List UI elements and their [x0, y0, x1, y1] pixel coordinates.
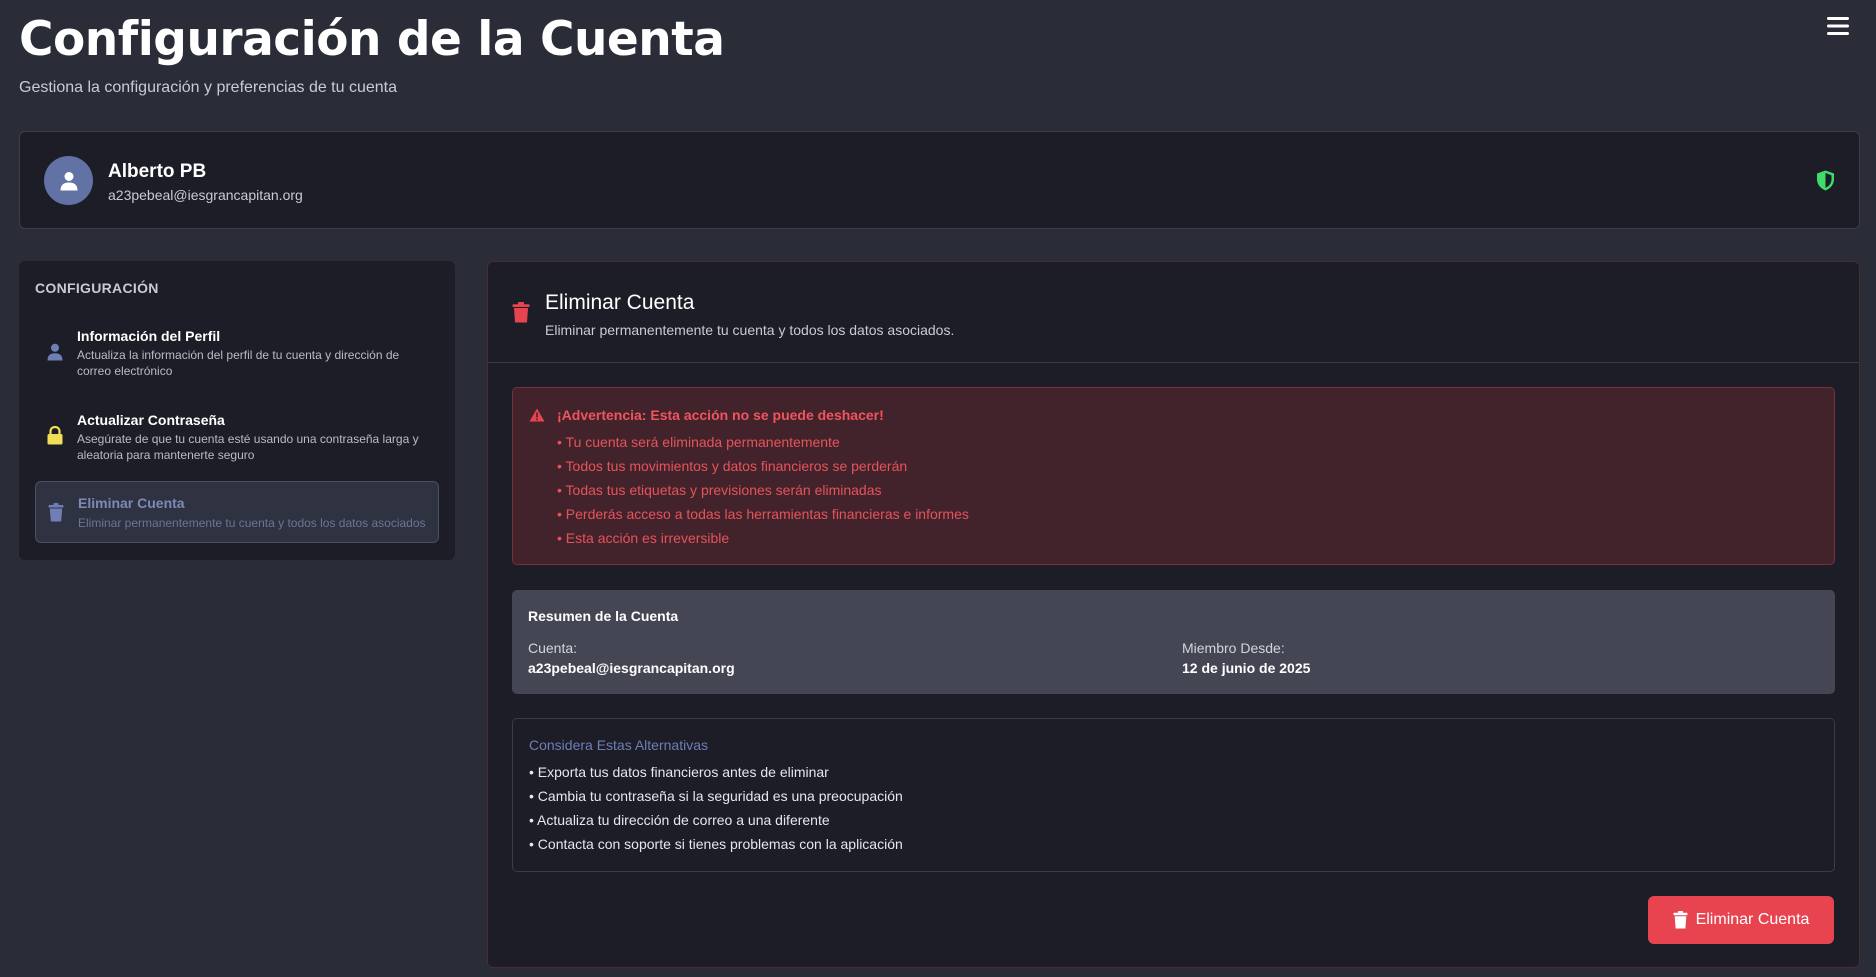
trash-icon	[48, 503, 64, 522]
profile-name: Alberto PB	[108, 161, 207, 182]
delete-account-button-label: Eliminar Cuenta	[1695, 911, 1810, 928]
user-icon	[47, 343, 63, 361]
list-item: • Todas tus etiquetas y previsiones será…	[557, 482, 882, 498]
list-item: • Exporta tus datos financieros antes de…	[529, 764, 829, 780]
profile-card: Alberto PB a23pebeal@iesgrancapitan.org	[19, 131, 1860, 229]
alternatives-box: Considera Estas Alternativas • Exporta t…	[512, 718, 1835, 872]
profile-email: a23pebeal@iesgrancapitan.org	[108, 187, 303, 203]
list-item: • Cambia tu contraseña si la seguridad e…	[529, 788, 903, 804]
sidebar-item-label: Actualizar Contraseña	[77, 412, 225, 428]
member-since-value: 12 de junio de 2025	[1182, 660, 1311, 676]
summary-title: Resumen de la Cuenta	[528, 608, 679, 624]
account-summary: Resumen de la Cuenta Cuenta: a23pebeal@i…	[512, 590, 1835, 694]
page-title: Configuración de la Cuenta	[19, 12, 725, 67]
settings-sidebar: CONFIGURACIÓN Información del Perfil Act…	[19, 261, 455, 560]
list-item: • Contacta con soporte si tienes problem…	[529, 836, 903, 852]
sidebar-item-description: Asegúrate de que tu cuenta esté usando u…	[77, 432, 419, 462]
avatar	[44, 156, 93, 205]
user-icon	[60, 171, 77, 190]
warning-title: ¡Advertencia: Esta acción no se puede de…	[557, 407, 884, 423]
account-value: a23pebeal@iesgrancapitan.org	[528, 660, 735, 676]
warning-box: ¡Advertencia: Esta acción no se puede de…	[512, 387, 1835, 565]
page-subtitle: Gestiona la configuración y preferencias…	[19, 79, 398, 96]
panel-description: Eliminar permanentemente tu cuenta y tod…	[545, 322, 955, 338]
panel-title: Eliminar Cuenta	[545, 291, 695, 314]
sidebar-item-label: Información del Perfil	[77, 328, 221, 344]
sidebar-item-password[interactable]: Actualizar Contraseña Asegúrate de que t…	[35, 403, 439, 471]
lock-icon	[47, 426, 63, 445]
account-label: Cuenta:	[528, 640, 578, 656]
trash-icon	[1673, 911, 1688, 929]
hamburger-menu-icon[interactable]	[1826, 15, 1850, 37]
delete-account-button[interactable]: Eliminar Cuenta	[1648, 896, 1834, 944]
list-item: • Tu cuenta será eliminada permanentemen…	[557, 434, 840, 450]
sidebar-item-description: Eliminar permanentemente tu cuenta y tod…	[78, 516, 426, 530]
list-item: • Perderás acceso a todas las herramient…	[557, 506, 969, 522]
alternatives-title: Considera Estas Alternativas	[529, 737, 708, 753]
list-item: • Actualiza tu dirección de correo a una…	[529, 812, 830, 828]
shield-check-icon	[1817, 170, 1834, 191]
warning-triangle-icon	[529, 408, 545, 422]
trash-icon	[512, 302, 530, 323]
sidebar-item-description: Actualiza la información del perfil de t…	[77, 348, 400, 378]
sidebar-item-profile[interactable]: Información del Perfil Actualiza la info…	[35, 319, 439, 387]
sidebar-heading: CONFIGURACIÓN	[35, 280, 159, 296]
warning-list: • Tu cuenta será eliminada permanentemen…	[557, 433, 969, 553]
list-item: • Esta acción es irreversible	[557, 530, 730, 546]
sidebar-item-label: Eliminar Cuenta	[78, 495, 185, 511]
sidebar-item-delete-account[interactable]: Eliminar Cuenta Eliminar permanentemente…	[35, 481, 439, 543]
list-item: • Todos tus movimientos y datos financie…	[557, 458, 908, 474]
panel-header: Eliminar Cuenta Eliminar permanentemente…	[488, 262, 1859, 363]
alternatives-list: • Exporta tus datos financieros antes de…	[529, 763, 903, 859]
delete-account-panel: Eliminar Cuenta Eliminar permanentemente…	[487, 261, 1860, 968]
settings-page: Configuración de la Cuenta Gestiona la c…	[0, 0, 1876, 977]
member-since-label: Miembro Desde:	[1182, 640, 1285, 656]
